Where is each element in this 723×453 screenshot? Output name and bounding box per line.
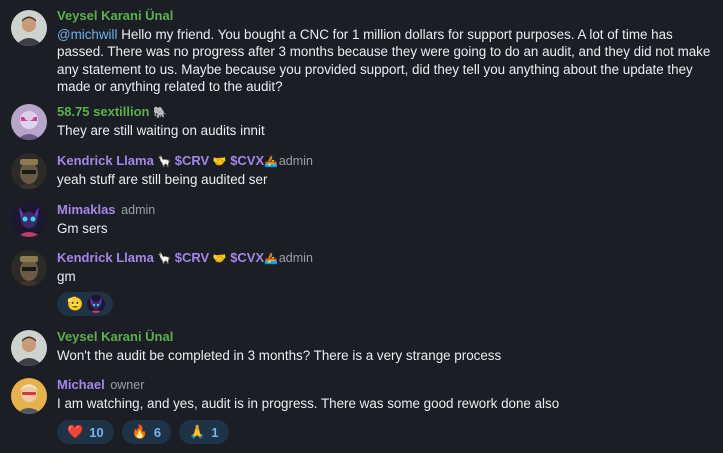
role-badge: admin xyxy=(278,154,313,168)
avatar[interactable] xyxy=(11,250,47,286)
sender-name[interactable]: 58.75 sextillion xyxy=(57,104,150,119)
sender-name[interactable]: Michael xyxy=(57,377,105,392)
reaction-count: 10 xyxy=(89,424,104,440)
chat-message-list: Veysel Karani Ünal @michwill Hello my fr… xyxy=(0,0,723,453)
message-text: gm xyxy=(57,269,76,284)
sender-name[interactable]: Veysel Karani Ünal xyxy=(57,8,173,23)
sender-tag: $CRV xyxy=(174,153,210,168)
reaction-list: 🫡 xyxy=(57,292,715,317)
heart-icon: ❤️ xyxy=(67,424,84,440)
reaction-heart[interactable]: ❤️ 10 xyxy=(57,420,114,445)
sender-name[interactable]: Mimaklas xyxy=(57,202,116,217)
avatar[interactable] xyxy=(11,153,47,189)
llama-emoji-icon: 🦙 xyxy=(157,253,172,265)
message-text: Gm sers xyxy=(57,221,108,236)
reaction-count: 6 xyxy=(153,424,162,440)
message-text: Won't the audit be completed in 3 months… xyxy=(57,348,502,363)
rowboat-emoji-icon: 🚣 xyxy=(264,156,278,168)
avatar[interactable] xyxy=(11,378,47,414)
elephant-emoji-icon: 🐘 xyxy=(153,107,167,119)
sender-name[interactable]: Kendrick Llama xyxy=(57,153,154,168)
reaction-pray[interactable]: 🙏 1 xyxy=(179,420,229,445)
handshake-emoji-icon: 🤝 xyxy=(212,253,227,265)
sender-tag: $CVX xyxy=(230,153,265,168)
message-text: I am watching, and yes, audit is in prog… xyxy=(57,396,560,411)
message-text: @michwill Hello my friend. You bought a … xyxy=(57,27,711,95)
mention-link[interactable]: @michwill xyxy=(57,27,117,42)
reaction-salute[interactable]: 🫡 xyxy=(57,292,114,317)
folded-hands-icon: 🙏 xyxy=(189,424,206,440)
reaction-list: ❤️ 10 🔥 6 🙏 1 xyxy=(57,420,715,445)
reaction-fire[interactable]: 🔥 6 xyxy=(121,420,172,445)
sender-name[interactable]: Veysel Karani Ünal xyxy=(57,329,173,344)
message-text: yeah stuff are still being audited ser xyxy=(57,172,268,187)
saluting-face-emoji-icon: 🫡 xyxy=(67,296,84,312)
role-badge: admin xyxy=(278,251,313,265)
message-text: They are still waiting on audits innit xyxy=(57,123,265,138)
reaction-count: 1 xyxy=(211,424,219,440)
avatar[interactable] xyxy=(11,201,47,237)
role-badge: admin xyxy=(121,203,156,217)
sender-tag: $CVX xyxy=(230,250,265,265)
avatar[interactable] xyxy=(11,330,47,366)
avatar[interactable] xyxy=(11,104,47,140)
handshake-emoji-icon: 🤝 xyxy=(212,156,227,168)
sender-tag: $CRV xyxy=(174,250,210,265)
rowboat-emoji-icon: 🚣 xyxy=(264,253,278,265)
avatar[interactable] xyxy=(11,10,47,46)
reactor-avatar xyxy=(87,295,106,314)
role-badge: owner xyxy=(110,378,145,392)
llama-emoji-icon: 🦙 xyxy=(157,156,172,168)
sender-name[interactable]: Kendrick Llama xyxy=(57,250,154,265)
fire-icon: 🔥 xyxy=(131,424,148,440)
